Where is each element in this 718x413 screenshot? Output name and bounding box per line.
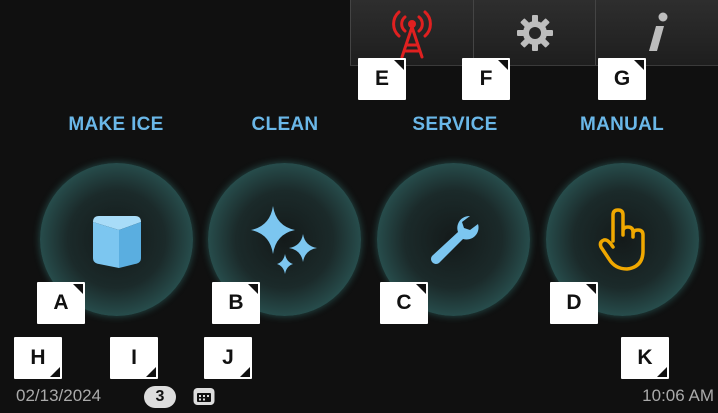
marker-f: F xyxy=(462,58,510,100)
info-icon xyxy=(649,12,668,51)
marker-c: C xyxy=(380,282,428,324)
tab-connectivity[interactable] xyxy=(350,0,473,66)
ice-cube-icon xyxy=(92,215,141,268)
marker-b: B xyxy=(212,282,260,324)
sparkle-icon xyxy=(250,205,317,274)
hand-pointer-icon xyxy=(598,207,645,271)
marker-h: H xyxy=(14,337,62,379)
make-ice-label: MAKE ICE xyxy=(68,114,164,135)
calendar-button[interactable] xyxy=(192,385,216,412)
marker-d: D xyxy=(550,282,598,324)
tab-settings[interactable] xyxy=(472,0,596,66)
marker-k: K xyxy=(621,337,669,379)
tab-info[interactable] xyxy=(595,0,718,66)
top-tab-bar xyxy=(350,0,718,66)
antenna-icon xyxy=(391,10,432,58)
marker-a: A xyxy=(37,282,85,324)
marker-e: E xyxy=(358,58,406,100)
service-label: SERVICE xyxy=(412,114,498,135)
notification-count-badge[interactable]: 3 xyxy=(144,386,176,408)
date-display: 02/13/2024 xyxy=(16,386,102,405)
marker-i: I xyxy=(110,337,158,379)
marker-g: G xyxy=(598,58,646,100)
calendar-icon xyxy=(193,388,215,405)
manual-label: MANUAL xyxy=(579,114,665,135)
gear-icon xyxy=(516,14,553,51)
wrench-icon xyxy=(430,215,479,264)
clock-display: 10:06 AM xyxy=(642,386,714,405)
clean-label: CLEAN xyxy=(251,114,319,135)
marker-j: J xyxy=(204,337,252,379)
